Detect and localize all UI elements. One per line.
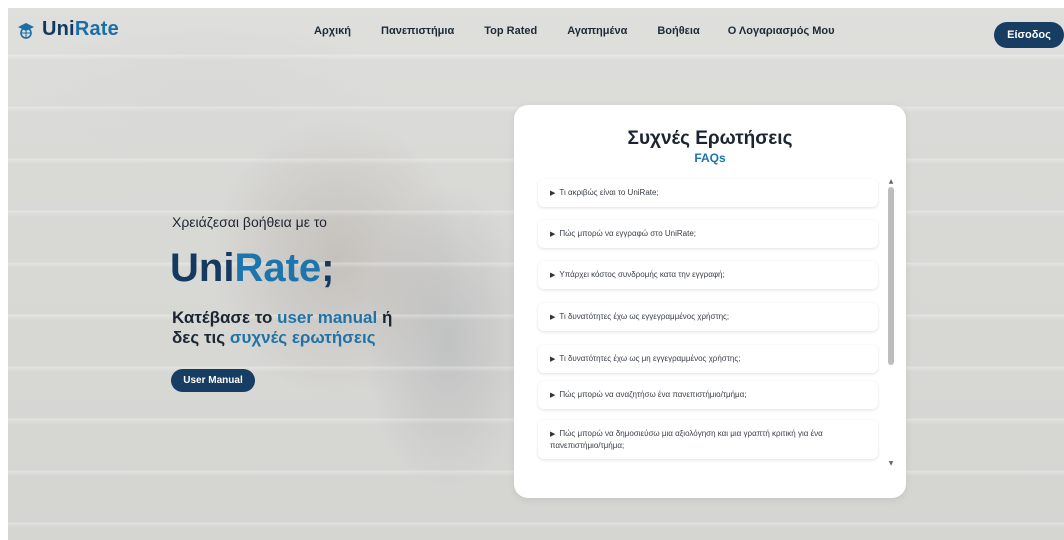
hero-desc-text-1: Κατέβασε το — [172, 308, 278, 327]
nav-item-favorites[interactable]: Αγαπημένα — [567, 25, 627, 37]
scroll-up-icon[interactable]: ▲ — [886, 177, 896, 187]
faq-item[interactable]: ▶ Πώς μπορώ να εγγραφώ στο UniRate; — [538, 220, 878, 248]
faq-list[interactable]: ▶ Τι ακριβώς είναι το UniRate; ▶ Πώς μπορώ… — [532, 177, 896, 469]
faq-item[interactable]: ▶ Τι δυνατότητες έχω ως μη εγγεγραμμένος … — [538, 345, 878, 373]
faq-link[interactable]: συχνές ερωτήσεις — [230, 328, 376, 347]
expand-triangle-icon: ▶ — [550, 272, 556, 279]
brand-logo[interactable]: UniRate — [16, 18, 119, 41]
scroll-down-icon[interactable]: ▼ — [886, 459, 896, 469]
nav-links: Αρχική Πανεπιστήμια Top Rated Αγαπημένα … — [314, 25, 835, 37]
faq-question: Πώς μπορώ να εγγραφώ στο UniRate; — [559, 229, 697, 238]
graduation-globe-icon — [18, 22, 34, 39]
faq-question: Τι ακριβώς είναι το UniRate; — [559, 188, 659, 197]
user-manual-button[interactable]: User Manual — [171, 369, 255, 392]
expand-triangle-icon: ▶ — [550, 356, 556, 363]
faq-item[interactable]: ▶ Τι δυνατότητες έχω ως εγγεγραμμένος χρή… — [538, 303, 878, 331]
scroll-thumb[interactable] — [888, 187, 894, 365]
hero-title: UniRate; — [170, 244, 334, 292]
expand-triangle-icon: ▶ — [550, 314, 556, 321]
page-frame: UniRate Αρχική Πανεπιστήμια Top Rated Αγ… — [8, 8, 1064, 540]
brand-name-rate: Rate — [74, 18, 119, 40]
nav-item-my-account[interactable]: Ο Λογαριασμός Μου — [728, 25, 835, 37]
hero-title-question-mark: ; — [321, 246, 335, 290]
navbar: UniRate Αρχική Πανεπιστήμια Top Rated Αγ… — [8, 8, 1064, 58]
brand-name: UniRate — [42, 18, 119, 41]
faq-question: Τι δυνατότητες έχω ως μη εγγεγραμμένος χ… — [559, 354, 741, 363]
faq-question: Πώς μπορώ να αναζητήσω ένα πανεπιστήμιο/… — [559, 390, 747, 399]
faq-item[interactable]: ▶ Πώς μπορώ να δημοσιεύσω μια αξιολόγηση … — [538, 420, 878, 459]
expand-triangle-icon: ▶ — [550, 190, 556, 197]
faq-subtitle: FAQs — [694, 151, 726, 165]
hero-title-uni: Uni — [170, 246, 235, 290]
user-manual-link[interactable]: user manual — [277, 308, 377, 327]
faq-question: Τι δυνατότητες έχω ως εγγεγραμμένος χρήσ… — [559, 312, 730, 321]
faq-scrollbar[interactable]: ▲ ▼ — [886, 177, 896, 469]
faq-question: Πώς μπορώ να δημοσιεύσω μια αξιολόγηση κ… — [550, 429, 823, 450]
nav-item-help[interactable]: Βοήθεια — [657, 25, 699, 37]
faq-item[interactable]: ▶ Πώς μπορώ να αναζητήσω ένα πανεπιστήμιο… — [538, 381, 878, 409]
faq-item[interactable]: ▶ Τι ακριβώς είναι το UniRate; — [538, 179, 878, 207]
faq-title: Συχνές Ερωτήσεις — [627, 128, 793, 149]
hero-description: Κατέβασε το user manual ή δες τις συχνές… — [172, 308, 412, 348]
hero-title-rate: Rate — [234, 246, 322, 290]
brand-name-uni: Uni — [42, 18, 75, 40]
nav-item-universities[interactable]: Πανεπιστήμια — [381, 25, 454, 37]
nav-item-home[interactable]: Αρχική — [314, 25, 351, 37]
nav-item-top-rated[interactable]: Top Rated — [484, 25, 537, 37]
hero-subtitle: Χρειάζεσαι βοήθεια με το — [172, 214, 327, 230]
expand-triangle-icon: ▶ — [550, 392, 556, 399]
expand-triangle-icon: ▶ — [550, 431, 556, 438]
faq-question: Υπάρχει κόστος συνδρομής κατα την εγγραφ… — [559, 270, 725, 279]
expand-triangle-icon: ▶ — [550, 231, 556, 238]
faq-item[interactable]: ▶ Υπάρχει κόστος συνδρομής κατα την εγγρα… — [538, 261, 878, 289]
faq-card: Συχνές Ερωτήσεις FAQs ▶ Τι ακριβώς είναι … — [514, 105, 906, 498]
login-button[interactable]: Είσοδος — [994, 22, 1064, 48]
